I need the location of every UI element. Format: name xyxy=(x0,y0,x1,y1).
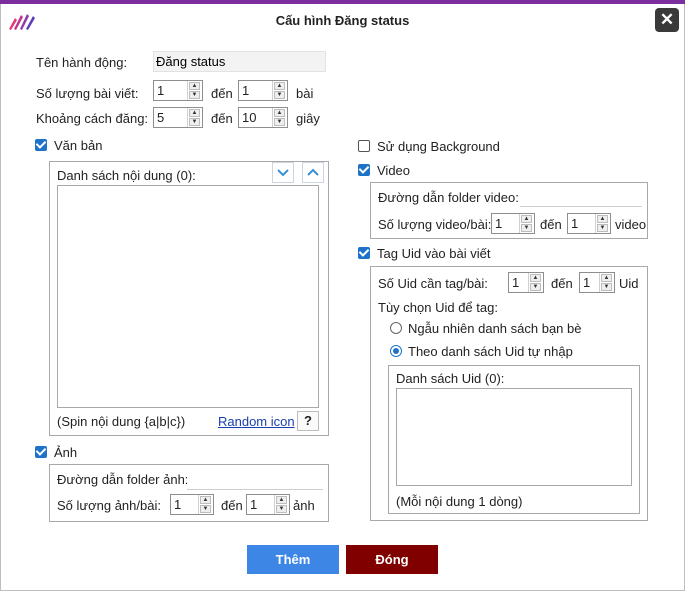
window-title: Cấu hình Đăng status xyxy=(275,13,410,28)
tag-from-stepper[interactable]: 1 ▲ ▼ xyxy=(508,272,544,293)
spin-down-icon[interactable]: ▼ xyxy=(521,224,532,232)
interval-to-value: 10 xyxy=(242,110,257,125)
title-bar: Cấu hình Đăng status xyxy=(0,4,685,34)
video-to-label: đến xyxy=(540,217,562,232)
posts-from-value: 1 xyxy=(157,83,165,98)
action-name-input[interactable] xyxy=(153,51,326,72)
interval-from-value: 5 xyxy=(157,110,165,125)
random-friends-label: Ngẫu nhiên danh sách bạn bè xyxy=(408,321,582,336)
content-list-header: Danh sách nội dung (0): xyxy=(57,168,196,183)
interval-unit: giây xyxy=(296,111,320,126)
video-folder-input[interactable] xyxy=(520,186,642,207)
spin-down-icon[interactable]: ▼ xyxy=(274,91,285,99)
image-to-value: 1 xyxy=(250,497,258,512)
image-to-stepper[interactable]: 1 ▲ ▼ xyxy=(246,494,290,515)
image-unit: ảnh xyxy=(293,498,315,513)
video-count-label: Số lượng video/bài: xyxy=(378,217,492,232)
tag-to-stepper[interactable]: 1 ▲ ▼ xyxy=(579,272,615,293)
posts-to-label: đến xyxy=(211,86,233,101)
spin-down-icon[interactable]: ▼ xyxy=(189,91,200,99)
background-checkbox-label: Sử dụng Background xyxy=(377,139,500,154)
video-folder-label: Đường dẫn folder video: xyxy=(378,190,519,205)
text-checkbox-label: Văn bản xyxy=(54,138,103,153)
image-checkbox-label: Ảnh xyxy=(54,445,78,460)
spin-up-icon[interactable]: ▲ xyxy=(189,109,200,117)
spin-up-icon[interactable]: ▲ xyxy=(597,215,608,223)
image-from-stepper[interactable]: 1 ▲ ▼ xyxy=(170,494,214,515)
video-checkbox-label: Video xyxy=(377,163,411,178)
posts-to-value: 1 xyxy=(242,83,250,98)
video-checkbox[interactable] xyxy=(358,164,370,176)
action-name-label: Tên hành động: xyxy=(36,55,128,70)
add-button[interactable]: Thêm xyxy=(247,545,339,574)
spin-up-icon[interactable]: ▲ xyxy=(530,274,541,282)
spin-down-icon[interactable]: ▼ xyxy=(597,224,608,232)
spin-up-icon[interactable]: ▲ xyxy=(521,215,532,223)
image-to-label: đến xyxy=(221,498,243,513)
spin-up-icon[interactable]: ▲ xyxy=(200,496,211,504)
move-down-button[interactable] xyxy=(272,162,294,183)
tag-count-label: Số Uid cần tag/bài: xyxy=(378,276,488,291)
spin-up-icon[interactable]: ▲ xyxy=(274,82,285,90)
video-to-value: 1 xyxy=(571,216,579,231)
interval-to-label: đến xyxy=(211,111,233,126)
image-folder-label: Đường dẫn folder ảnh: xyxy=(57,472,189,487)
video-from-value: 1 xyxy=(495,216,503,231)
close-button[interactable]: Đóng xyxy=(346,545,438,574)
chevron-up-icon xyxy=(307,168,319,176)
tag-from-value: 1 xyxy=(512,275,520,290)
spin-up-icon[interactable]: ▲ xyxy=(189,82,200,90)
tag-unit: Uid xyxy=(619,276,639,291)
tag-checkbox[interactable] xyxy=(358,247,370,259)
tag-checkbox-label: Tag Uid vào bài viết xyxy=(377,246,491,261)
interval-to-stepper[interactable]: 10 ▲ ▼ xyxy=(238,107,288,128)
spin-down-icon[interactable]: ▼ xyxy=(530,283,541,291)
custom-uid-label: Theo danh sách Uid tự nhập xyxy=(408,344,573,359)
random-icon-link[interactable]: Random icon xyxy=(218,414,295,429)
posts-unit: bài xyxy=(296,86,314,101)
background-checkbox[interactable] xyxy=(358,140,370,152)
spin-hint: (Spin nội dung {a|b|c}) xyxy=(57,414,186,429)
spin-down-icon[interactable]: ▼ xyxy=(189,118,200,126)
video-unit: video xyxy=(615,217,647,232)
spin-down-icon[interactable]: ▼ xyxy=(200,505,211,513)
image-count-label: Số lượng ảnh/bài: xyxy=(57,498,161,513)
video-to-stepper[interactable]: 1 ▲ ▼ xyxy=(567,213,611,234)
tag-to-value: 1 xyxy=(583,275,591,290)
tag-option-label: Tùy chọn Uid để tag: xyxy=(378,300,498,315)
spin-up-icon[interactable]: ▲ xyxy=(274,109,285,117)
text-checkbox[interactable] xyxy=(35,139,47,151)
random-friends-radio[interactable] xyxy=(390,322,402,334)
tag-to-label: đến xyxy=(551,276,573,291)
help-button[interactable]: ? xyxy=(297,411,319,431)
custom-uid-radio[interactable] xyxy=(390,345,402,357)
spin-down-icon[interactable]: ▼ xyxy=(274,118,285,126)
image-folder-input[interactable] xyxy=(187,469,323,490)
spin-down-icon[interactable]: ▼ xyxy=(601,283,612,291)
close-icon[interactable]: ✕ xyxy=(655,8,679,32)
spin-up-icon[interactable]: ▲ xyxy=(276,496,287,504)
content-list-textarea[interactable] xyxy=(57,185,319,408)
image-checkbox[interactable] xyxy=(35,446,47,458)
posts-count-label: Số lượng bài viết: xyxy=(36,86,139,101)
chevron-down-icon xyxy=(277,169,289,177)
uid-list-header: Danh sách Uid (0): xyxy=(396,371,505,386)
move-up-button[interactable] xyxy=(302,162,324,183)
spin-down-icon[interactable]: ▼ xyxy=(276,505,287,513)
posts-from-stepper[interactable]: 1 ▲ ▼ xyxy=(153,80,203,101)
interval-label: Khoảng cách đăng: xyxy=(36,111,149,126)
spin-up-icon[interactable]: ▲ xyxy=(601,274,612,282)
posts-to-stepper[interactable]: 1 ▲ ▼ xyxy=(238,80,288,101)
interval-from-stepper[interactable]: 5 ▲ ▼ xyxy=(153,107,203,128)
image-from-value: 1 xyxy=(174,497,182,512)
uid-list-textarea[interactable] xyxy=(396,388,632,486)
uid-list-hint: (Mỗi nội dung 1 dòng) xyxy=(396,494,523,509)
video-from-stepper[interactable]: 1 ▲ ▼ xyxy=(491,213,535,234)
